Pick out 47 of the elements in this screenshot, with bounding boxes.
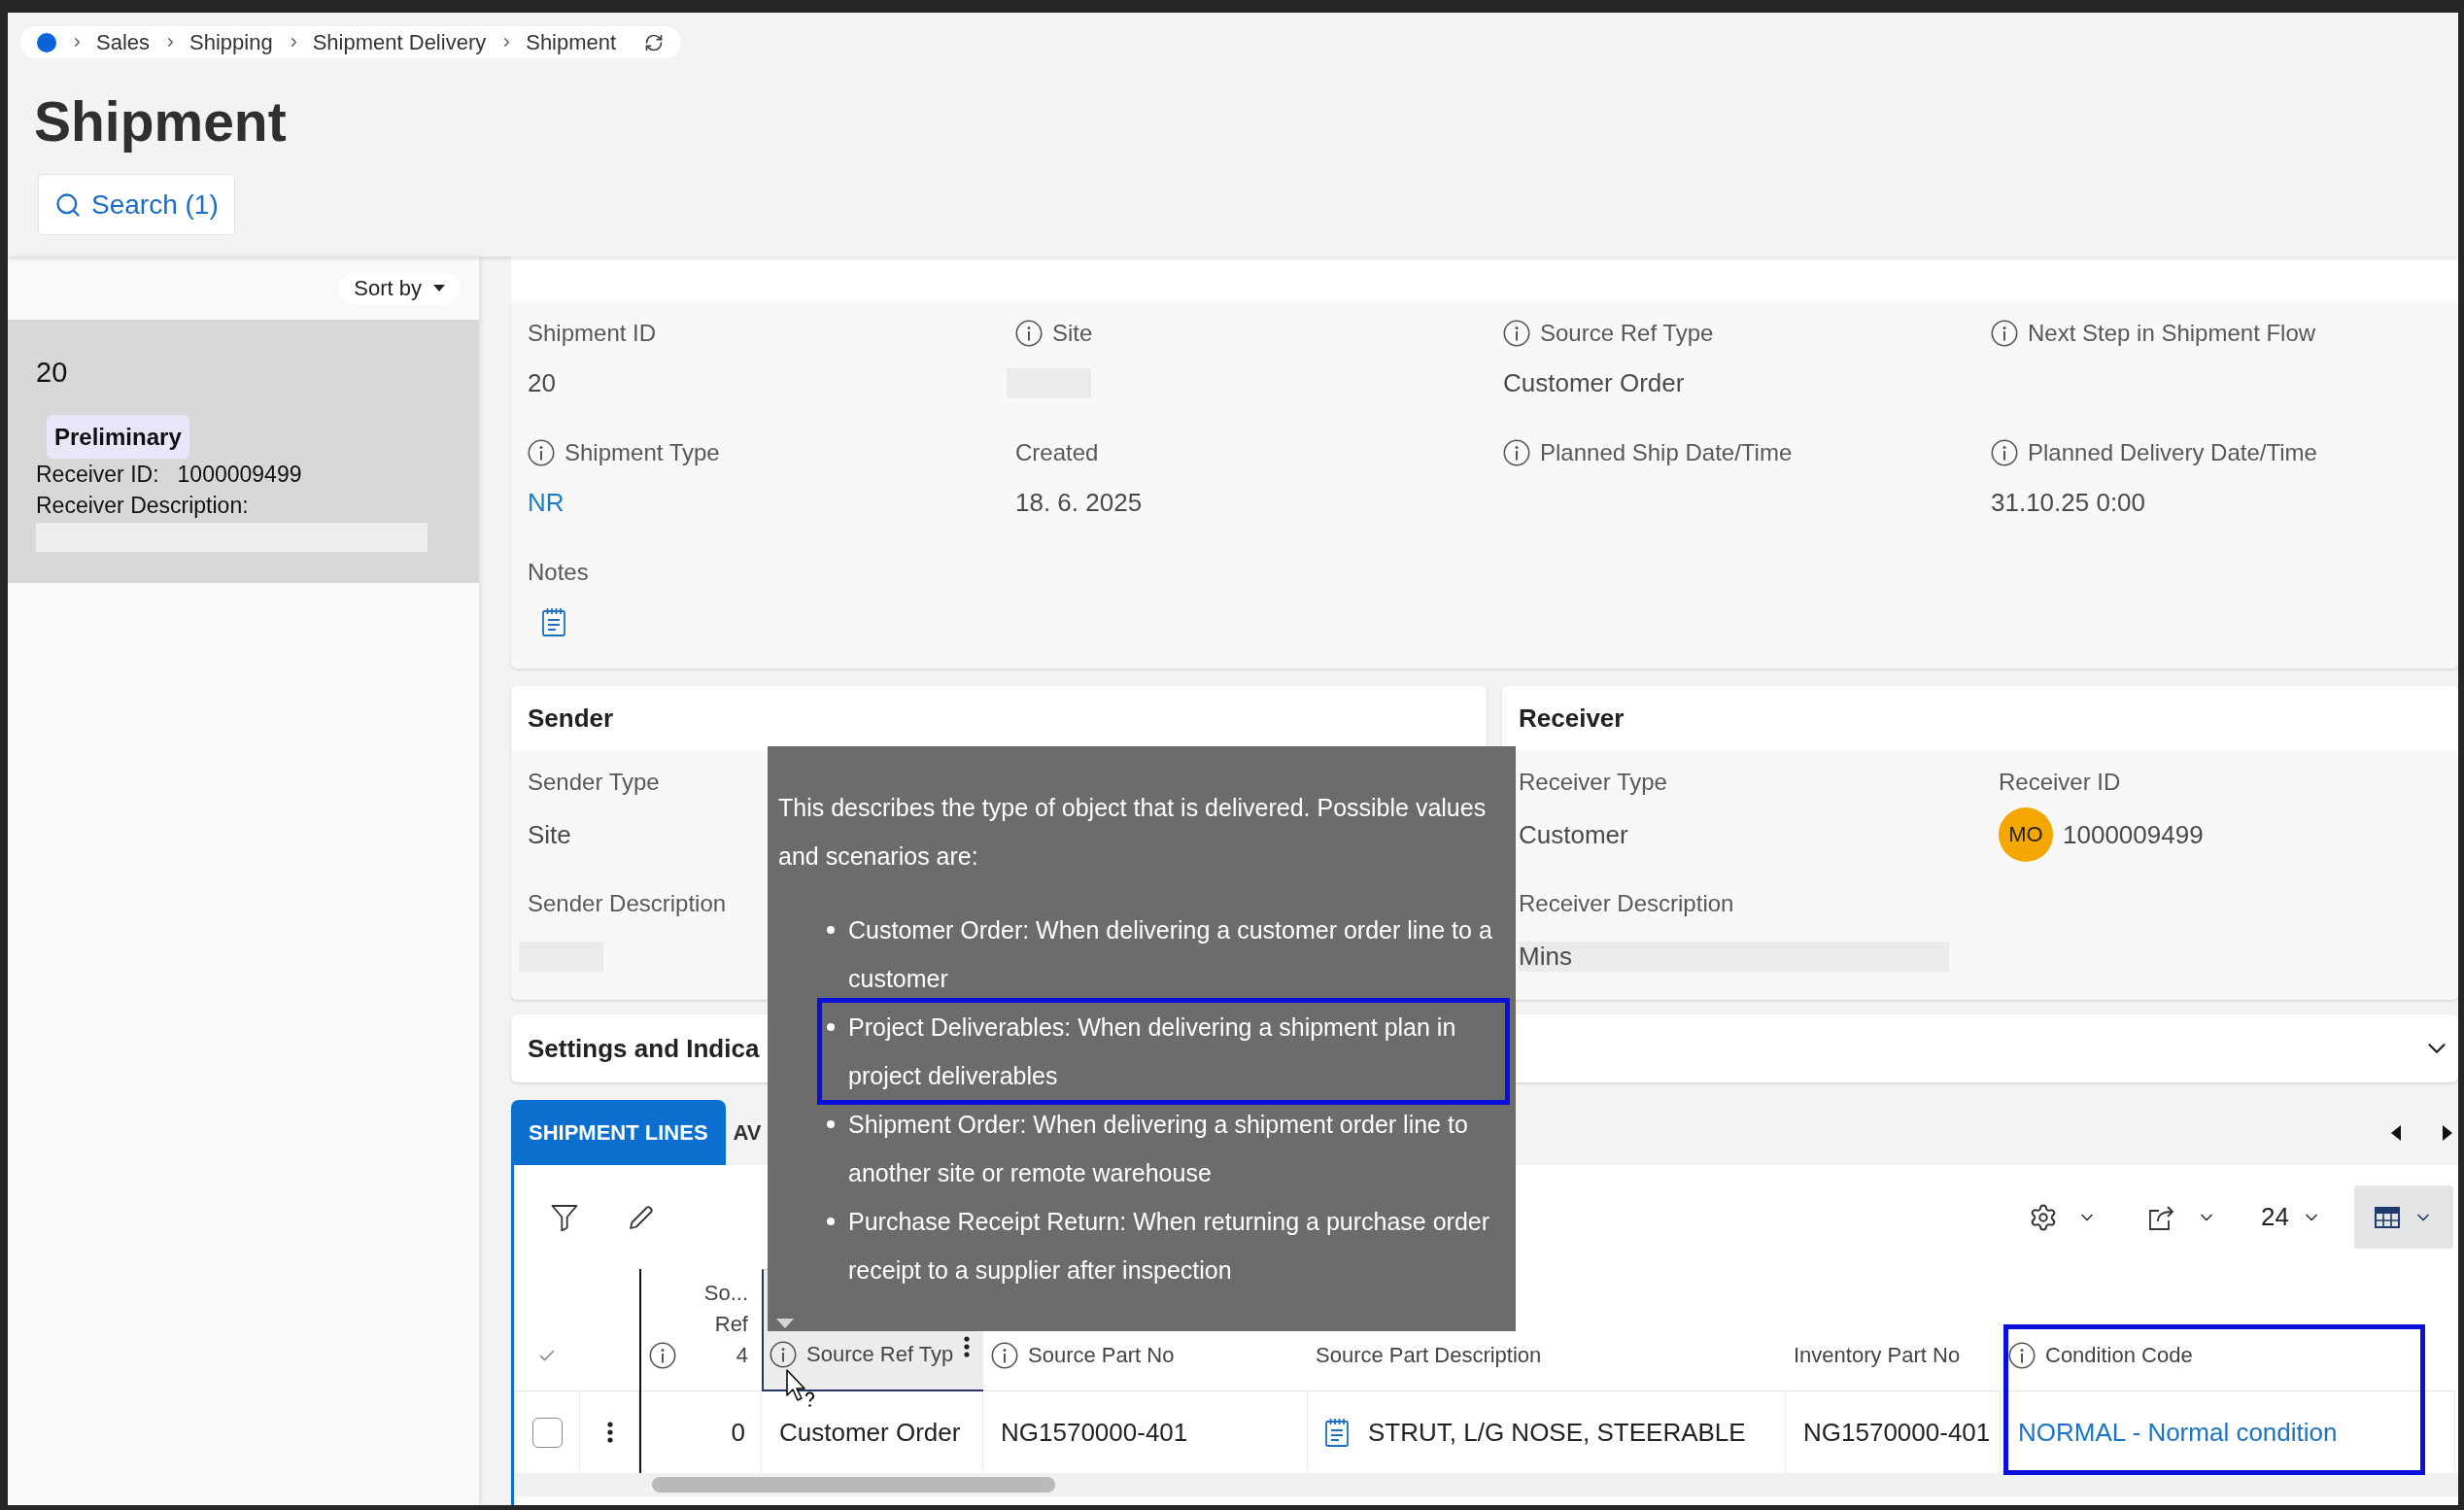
record-value: 1000009499 bbox=[177, 461, 302, 488]
field-label: Shipment ID bbox=[528, 320, 657, 347]
tooltip-list-text: Project Deliverables: When delivering a shipment plan in project deliverables bbox=[848, 1012, 1457, 1091]
status-badge: Preliminary bbox=[47, 415, 189, 459]
field-value: 31.10.25 0:00 bbox=[1991, 487, 2146, 518]
tooltip-text: This describes the type of object that is delivered. Possible values and scenarios are: bbox=[778, 793, 1488, 872]
table-cell: STRUT, L/G NOSE, STEERABLE bbox=[1368, 1417, 1746, 1448]
field-value: Mins bbox=[1519, 941, 1572, 972]
field-value: 18. 6. 2025 bbox=[1015, 487, 1143, 518]
tooltip-list-text: Shipment Order: When delivering a shipment order line to another site or remote warehouse bbox=[848, 1110, 1469, 1188]
field-label: Sender Description bbox=[528, 890, 727, 917]
record-id: 20 bbox=[36, 356, 68, 390]
table-cell: NG1570000-401 bbox=[1001, 1417, 1188, 1448]
field-label: Sender Type bbox=[528, 769, 660, 796]
field-label: Receiver ID bbox=[1999, 769, 2121, 796]
record-label: Receiver Description: bbox=[36, 492, 249, 519]
field-label: Shipment Type bbox=[565, 439, 720, 466]
field-label: Planned Delivery Date/Time bbox=[2028, 439, 2317, 466]
page-title: Shipment bbox=[34, 90, 287, 153]
column-label: Condition Code bbox=[2045, 1342, 2193, 1369]
field-label: Source Ref Type bbox=[1540, 320, 1714, 347]
field-label: Created bbox=[1015, 439, 1099, 466]
column-label: Inventory Part No bbox=[1794, 1342, 1961, 1369]
field-value: 20 bbox=[528, 367, 556, 398]
field-value: Customer Order bbox=[1503, 367, 1685, 398]
column-label: Source Part No bbox=[1028, 1342, 1175, 1369]
column-label: So... Ref 4 bbox=[702, 1280, 748, 1369]
field-label: Site bbox=[1052, 320, 1093, 347]
field-label: Planned Ship Date/Time bbox=[1540, 439, 1793, 466]
card-title: Sender bbox=[528, 704, 614, 734]
field-value: 1000009499 bbox=[2063, 819, 2204, 850]
record-label: Receiver ID: bbox=[36, 461, 159, 488]
card-title: Receiver bbox=[1519, 704, 1625, 734]
table-cell: 0 bbox=[731, 1417, 745, 1448]
tooltip-list-text: Customer Order: When delivering a customer order line to a customer bbox=[848, 915, 1493, 994]
field-value: Site bbox=[528, 819, 571, 850]
table-cell: Customer Order bbox=[779, 1417, 961, 1448]
field-label: Receiver Description bbox=[1519, 890, 1734, 917]
column-label: Source Part Description bbox=[1316, 1342, 1542, 1369]
table-cell: NG1570000-401 bbox=[1803, 1417, 1991, 1448]
field-label: Next Step in Shipment Flow bbox=[2028, 320, 2316, 347]
section-title: Settings and Indica bbox=[528, 1033, 760, 1064]
avatar: MO bbox=[1999, 807, 2053, 862]
column-label: Source Ref Typ bbox=[806, 1341, 954, 1368]
field-label: Receiver Type bbox=[1519, 769, 1667, 796]
field-label: Notes bbox=[528, 559, 589, 586]
field-value: Customer bbox=[1519, 819, 1628, 850]
